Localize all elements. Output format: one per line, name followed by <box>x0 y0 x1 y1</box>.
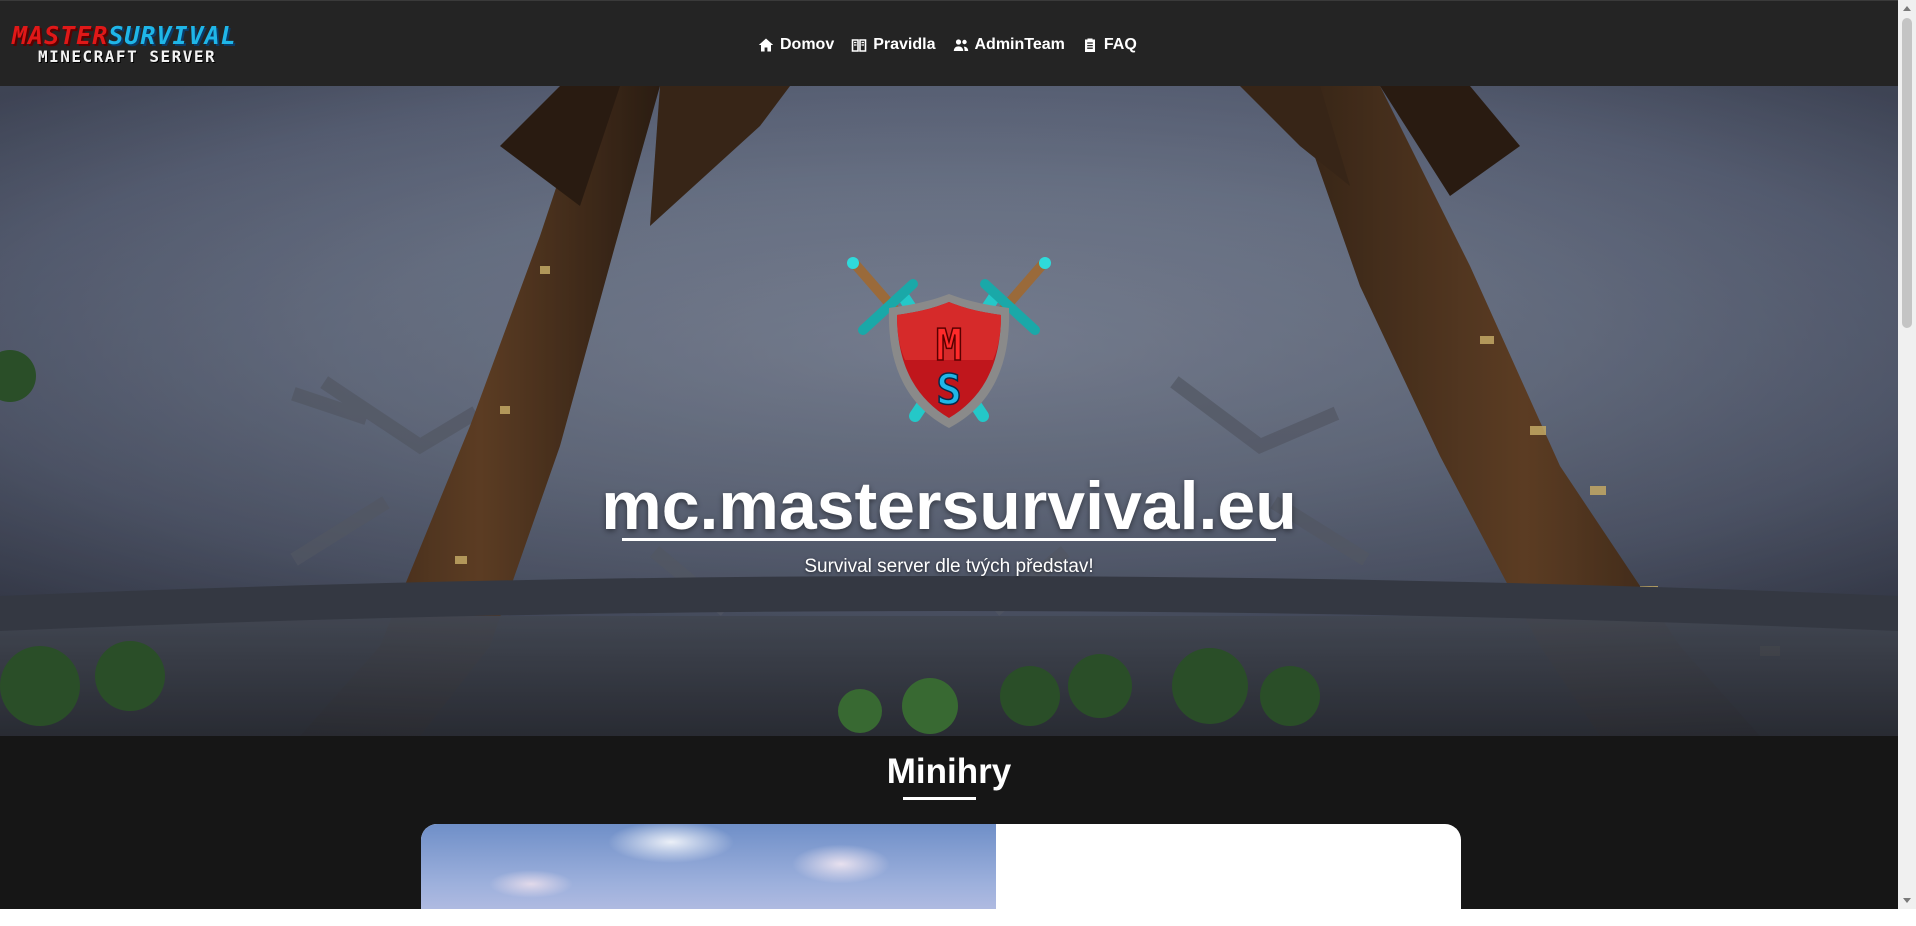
book-icon <box>851 39 867 52</box>
hero-banner: M S mc.mastersurvival.eu Survival server… <box>0 86 1898 736</box>
server-shield-logo: M S <box>847 257 1051 428</box>
site-logo[interactable]: MASTERSURVIVAL MINECRAFT SERVER <box>12 23 274 67</box>
nav-item-adminteam[interactable]: AdminTeam <box>953 36 1065 54</box>
nav-item-domov[interactable]: Domov <box>758 36 834 54</box>
nav-item-faq[interactable]: FAQ <box>1082 36 1137 54</box>
hero-title-underline <box>622 538 1276 541</box>
logo-word-master: MASTER <box>12 21 109 50</box>
window-bottom-edge <box>0 909 1916 926</box>
hero-subtitle: Survival server dle tvých představ! <box>804 556 1094 577</box>
minigame-card[interactable] <box>421 824 1461 909</box>
clipboard-icon <box>1084 38 1095 52</box>
logo-subtitle: MINECRAFT SERVER <box>38 47 217 66</box>
logo-letter-m: M <box>936 320 963 371</box>
logo-title: MASTERSURVIVAL <box>12 23 237 48</box>
scroll-up-arrow-icon[interactable] <box>1903 6 1911 11</box>
logo-letter-s: S <box>936 365 961 414</box>
nav-item-pravidla[interactable]: Pravidla <box>851 36 936 54</box>
top-navbar: MASTERSURVIVAL MINECRAFT SERVER Domov Pr… <box>0 0 1898 86</box>
page-scrollbar[interactable] <box>1898 0 1916 909</box>
users-icon <box>953 39 968 51</box>
page-viewport: MASTERSURVIVAL MINECRAFT SERVER Domov Pr… <box>0 0 1898 909</box>
section-title-underline <box>903 797 976 800</box>
hero-title[interactable]: mc.mastersurvival.eu <box>0 466 1898 546</box>
nav-label: Pravidla <box>873 36 936 53</box>
main-nav: Domov Pravidla AdminTeam FAQ <box>758 33 1154 57</box>
nav-label: AdminTeam <box>974 36 1065 53</box>
nav-label: FAQ <box>1103 36 1137 53</box>
minigame-card-image <box>421 824 996 909</box>
section-title-minihry: Minihry <box>886 752 1012 791</box>
nav-label: Domov <box>780 36 835 53</box>
scroll-down-arrow-icon[interactable] <box>1903 898 1911 903</box>
scrollbar-thumb[interactable] <box>1902 18 1912 328</box>
logo-word-survival: SURVIVAL <box>108 21 237 50</box>
home-icon <box>758 38 774 52</box>
